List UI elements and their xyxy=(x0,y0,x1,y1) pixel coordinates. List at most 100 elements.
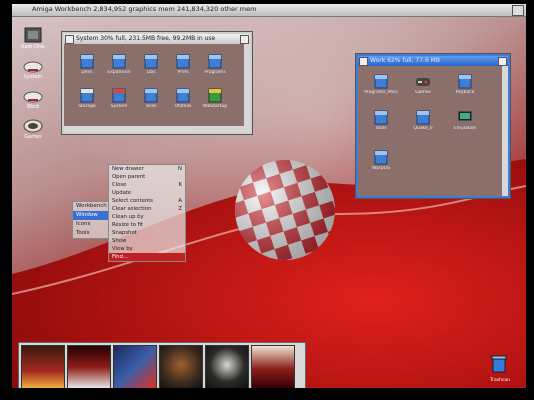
drawer-icon[interactable]: Expansion xyxy=(102,52,136,75)
desktop-icon-games[interactable]: Games xyxy=(20,118,46,140)
dock-item-shadow[interactable] xyxy=(251,345,295,388)
desktop-icon-ram-disk[interactable]: Ram Disk xyxy=(20,26,46,50)
drawer-icon[interactable]: Storage xyxy=(70,86,104,109)
menu-item-label: Resize to fit xyxy=(112,222,144,228)
menu-item-update[interactable]: Update xyxy=(109,189,185,197)
icon-label: WarpOS xyxy=(371,166,391,171)
drawer-folder-icon xyxy=(374,150,388,165)
drawer-icon[interactable]: System xyxy=(102,86,136,109)
dock-item-heretic[interactable] xyxy=(113,345,157,388)
vertical-scrollbar[interactable] xyxy=(502,66,508,196)
menu-item-open-parent[interactable]: Open parent xyxy=(109,173,185,181)
desktop-icon-work[interactable]: Work xyxy=(20,90,46,110)
close-gadget[interactable] xyxy=(65,35,74,44)
game-launcher-dock xyxy=(18,342,306,388)
drawer-icon[interactable]: Tools xyxy=(364,108,398,131)
menu-item-find[interactable]: Find... xyxy=(109,253,185,261)
screen-depth-gadget[interactable] xyxy=(512,5,524,16)
ram-disk-icon xyxy=(24,27,42,43)
drawer-icon[interactable]: Tools xyxy=(134,86,168,109)
drawer-icon[interactable]: Programs_Miss xyxy=(364,72,398,95)
horizontal-scrollbar[interactable] xyxy=(64,126,244,132)
drawer-folder-icon xyxy=(458,74,472,89)
drawer-icon[interactable]: WBStartup xyxy=(198,86,232,109)
menu-item-label: Open parent xyxy=(112,174,146,180)
menu-item-clear-selection[interactable]: Clear selection Z xyxy=(109,205,185,213)
menu-item-label: View by xyxy=(112,246,133,252)
icon-label: Programs_Miss xyxy=(364,90,398,95)
menu-window[interactable]: Window xyxy=(73,211,109,220)
close-gadget[interactable] xyxy=(359,57,368,66)
drawer-folder-icon xyxy=(374,110,388,125)
menu-item-close[interactable]: Close K xyxy=(109,181,185,189)
system-drawer-window[interactable]: System 30% full, 231.5MB free, 99.2MB in… xyxy=(62,32,252,134)
boing-ball xyxy=(230,154,340,266)
work-drawer-window[interactable]: Work 62% full, 77.6 MB Programs_Miss Gam… xyxy=(356,54,510,198)
shortcut-key: N xyxy=(178,166,182,172)
dock-item-quake-ii[interactable] xyxy=(205,345,249,388)
menu-item-resize-to-fit[interactable]: Resize to fit xyxy=(109,221,185,229)
drawer-folder-icon xyxy=(112,54,126,69)
trashcan[interactable]: Trashcan xyxy=(490,354,510,383)
shortcut-key: Z xyxy=(178,206,182,212)
drawer-icon[interactable]: WarpOS xyxy=(364,148,398,171)
menu-item-show[interactable]: Show xyxy=(109,237,185,245)
icon-label: System xyxy=(110,104,128,109)
menu-item-clean-up-by[interactable]: Clean up by xyxy=(109,213,185,221)
dock-item-doom[interactable] xyxy=(21,345,65,388)
drawer-folder-icon xyxy=(80,88,94,103)
gamepad-icon xyxy=(416,78,430,86)
workbench-screen: Amiga Workbench 2,834,952 graphics mem 2… xyxy=(12,4,526,388)
drawer-icon[interactable]: Programs xyxy=(198,52,232,75)
desktop-icon-label: System xyxy=(23,74,43,80)
drawer-folder-icon xyxy=(208,54,222,69)
dock-item-quake[interactable] xyxy=(159,345,203,388)
system-window-title: System 30% full, 231.5MB free, 99.2MB in… xyxy=(76,35,216,42)
drawer-icon[interactable]: Utilities xyxy=(166,86,200,109)
menu-item-label: Find... xyxy=(112,254,128,260)
system-window-titlebar[interactable]: System 30% full, 231.5MB free, 99.2MB in… xyxy=(64,34,250,44)
drive-icon xyxy=(23,119,43,133)
dock-item-payback[interactable] xyxy=(67,345,111,388)
drawer-icon[interactable]: Devs xyxy=(70,52,104,75)
menu-item-select-contents[interactable]: Select contents A xyxy=(109,197,185,205)
menu-item-view-by[interactable]: View by xyxy=(109,245,185,253)
menu-tools[interactable]: Tools xyxy=(73,229,109,238)
drive-icon xyxy=(23,61,43,73)
icon-label: Prefs xyxy=(177,70,189,75)
trashcan-icon xyxy=(491,355,507,373)
desktop-icon-system[interactable]: System xyxy=(20,60,46,80)
drawer-icon[interactable]: Libs xyxy=(134,52,168,75)
work-window-title: Work 62% full, 77.6 MB xyxy=(370,57,440,64)
drawer-icon[interactable]: Payback xyxy=(448,72,482,95)
menu-workbench[interactable]: Workbench xyxy=(73,202,109,211)
menu-item-label: New drawer xyxy=(112,166,144,172)
drawer-folder-icon xyxy=(144,54,158,69)
menu-item-snapshot[interactable]: Snapshot xyxy=(109,229,185,237)
drawer-icon[interactable]: Quake_II xyxy=(406,108,440,131)
vertical-scrollbar[interactable] xyxy=(244,44,250,132)
drawer-icon[interactable]: Prefs xyxy=(166,52,200,75)
workbench-menu-strip: Workbench Window Icons Tools xyxy=(72,201,110,239)
menu-icons[interactable]: Icons xyxy=(73,220,109,229)
drive-icon xyxy=(23,91,43,103)
icon-label: Games xyxy=(415,90,431,95)
desktop-icon-label: Work xyxy=(26,104,40,110)
drawer-icon[interactable]: Emulation xyxy=(448,108,482,131)
trashcan-label: Trashcan xyxy=(490,378,510,383)
menu-item-label: Clear selection xyxy=(112,206,152,212)
monitor-icon xyxy=(457,110,473,124)
menu-item-new-drawer[interactable]: New drawer N xyxy=(109,165,185,173)
icon-label: Storage xyxy=(78,104,96,109)
work-window-titlebar[interactable]: Work 62% full, 77.6 MB xyxy=(358,56,508,66)
screen-title: Amiga Workbench 2,834,952 graphics mem 2… xyxy=(32,5,257,13)
drawer-folder-icon xyxy=(176,54,190,69)
shortcut-key: K xyxy=(178,182,182,188)
drawer-folder-icon xyxy=(374,74,388,89)
drawer-icon[interactable]: Games xyxy=(406,72,440,95)
icon-label: Emulation xyxy=(453,126,477,131)
zoom-gadget[interactable] xyxy=(498,57,507,66)
desktop-icon-label: Games xyxy=(24,134,42,140)
menu-item-label: Clean up by xyxy=(112,214,144,220)
zoom-gadget[interactable] xyxy=(240,35,249,44)
